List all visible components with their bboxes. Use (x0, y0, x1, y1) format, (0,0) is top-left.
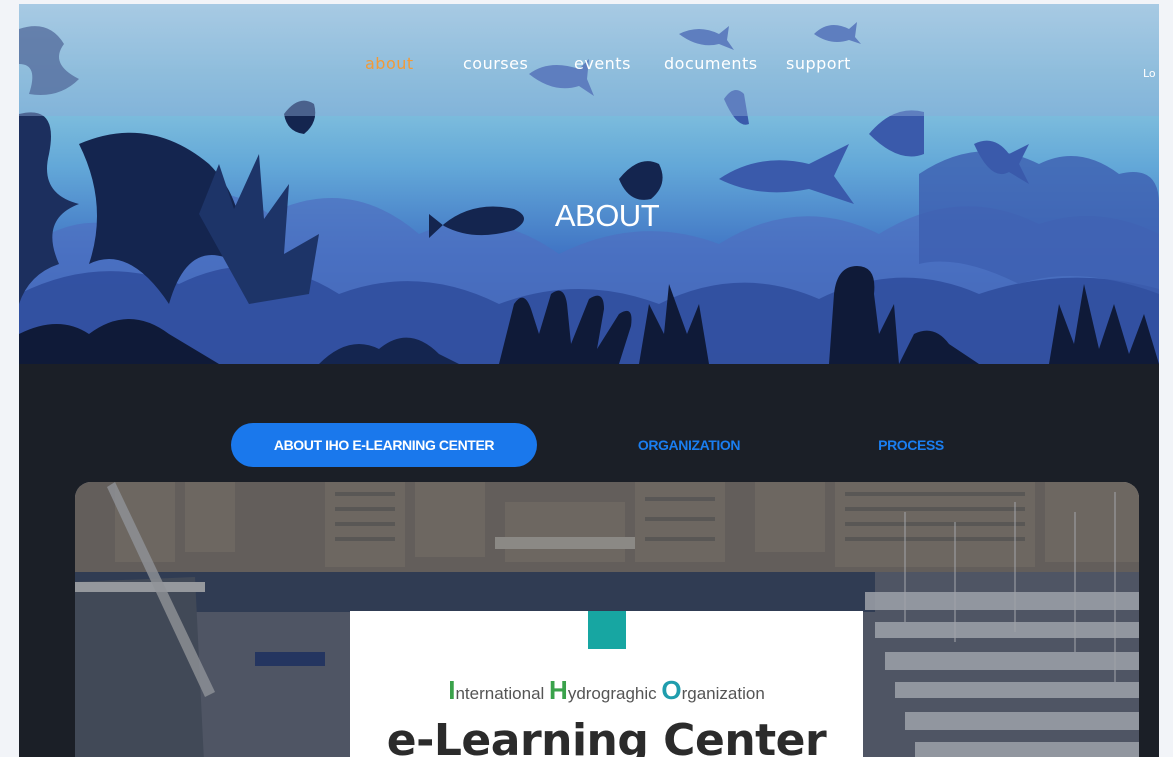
page: about courses events documents support L… (19, 4, 1159, 757)
nav-documents[interactable]: documents (664, 54, 758, 73)
nav-about[interactable]: about (365, 54, 414, 73)
org-initial-h: H (549, 675, 568, 705)
nav-courses[interactable]: courses (463, 54, 528, 73)
org-word-organization: rganization (681, 684, 765, 703)
page-title: ABOUT (554, 198, 660, 233)
login-link[interactable]: Lo (1143, 67, 1156, 80)
org-word-hydrograghic: ydrograghic (567, 684, 662, 703)
tab-process[interactable]: PROCESS (819, 423, 1003, 467)
tab-organization[interactable]: ORGANIZATION (559, 423, 819, 467)
nav-events[interactable]: events (574, 54, 631, 73)
org-initial-o: O (661, 675, 682, 705)
org-word-international: nternational (455, 684, 550, 703)
nav-support[interactable]: support (786, 54, 851, 73)
hero-banner: about courses events documents support L… (19, 4, 1159, 364)
organization-name: International Hydrograghic Organization (350, 675, 863, 706)
iho-elearning-card: International Hydrograghic Organization … (350, 611, 863, 757)
tab-about-iho-elearning-center[interactable]: ABOUT IHO E-LEARNING CENTER (231, 423, 537, 467)
card-accent-square (588, 611, 626, 649)
elearning-center-title: e-Learning Center (386, 715, 827, 757)
